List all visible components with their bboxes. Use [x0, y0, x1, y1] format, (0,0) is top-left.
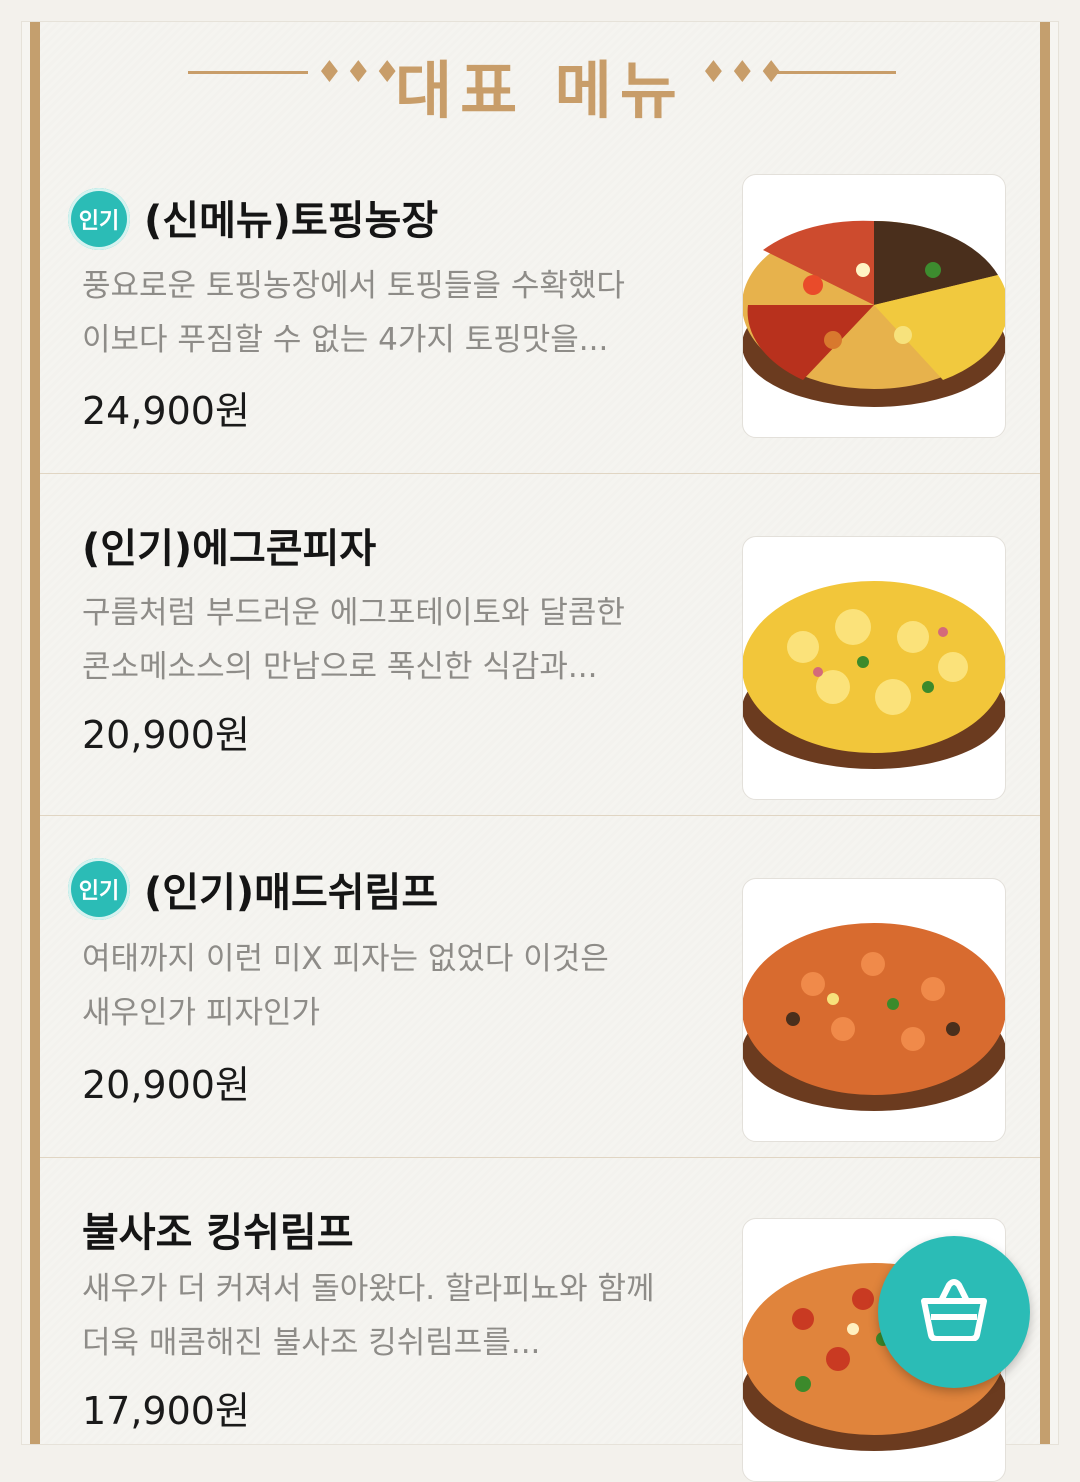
menu-item-price: 20,900원 [82, 713, 250, 757]
menu-item-name: 불사조 킹쉬림프 [82, 1210, 354, 1256]
menu-item[interactable]: 인기 (신메뉴)토핑농장 풍요로운 토핑농장에서 토핑들을 수확했다 이보다 푸… [40, 174, 1040, 474]
shopping-basket-icon [919, 1279, 989, 1345]
menu-item-description: 여태까지 이런 미X 피자는 없었다 이것은 새우인가 피자인가 [82, 932, 722, 1040]
description-line: 풍요로운 토핑농장에서 토핑들을 수확했다 [82, 268, 625, 304]
menu-item[interactable]: (인기)에그콘피자 구름처럼 부드러운 에그포테이토와 달콤한 콘소메소스의 만… [40, 474, 1040, 816]
description-line: 이보다 푸짐할 수 없는 4가지 토핑맛을... [82, 322, 609, 358]
cart-button[interactable] [878, 1236, 1030, 1388]
pizza-image [742, 174, 1006, 438]
menu-item-price: 24,900원 [82, 389, 250, 433]
description-line: 여태까지 이런 미X 피자는 없었다 이것은 [82, 941, 609, 977]
menu-item-description: 새우가 더 커져서 돌아왔다. 할라피뇨와 함께 더욱 매콤해진 불사조 킹쉬림… [82, 1262, 742, 1370]
popular-badge: 인기 [68, 188, 130, 250]
menu-item-name: (신메뉴)토핑농장 [144, 198, 439, 244]
header-deco-dots-right: ♦♦♦ [700, 55, 787, 90]
menu-item-price: 17,900원 [82, 1389, 250, 1433]
section-header: ♦♦♦ 대표 메뉴 ♦♦♦ [40, 22, 1040, 132]
header-deco-line-right [776, 71, 896, 74]
section-title: 대표 메뉴 [395, 54, 685, 127]
menu-item[interactable]: 인기 (인기)매드쉬림프 여태까지 이런 미X 피자는 없었다 이것은 새우인가… [40, 816, 1040, 1158]
menu-item-name: (인기)에그콘피자 [82, 526, 377, 572]
pizza-image [742, 536, 1006, 800]
description-line: 구름처럼 부드러운 에그포테이토와 달콤한 [82, 595, 625, 631]
description-line: 새우인가 피자인가 [82, 995, 321, 1031]
menu-item-description: 구름처럼 부드러운 에그포테이토와 달콤한 콘소메소스의 만남으로 폭신한 식감… [82, 586, 722, 694]
menu-item-description: 풍요로운 토핑농장에서 토핑들을 수확했다 이보다 푸짐할 수 없는 4가지 토… [82, 259, 722, 367]
description-line: 새우가 더 커져서 돌아왔다. 할라피뇨와 함께 [82, 1271, 655, 1307]
menu-item-price: 20,900원 [82, 1063, 250, 1107]
menu-panel: ♦♦♦ 대표 메뉴 ♦♦♦ 인기 (신메뉴)토핑농장 풍요로운 토핑농장에서 토… [30, 22, 1050, 1482]
pizza-image [742, 878, 1006, 1142]
menu-item-name: (인기)매드쉬림프 [144, 870, 439, 916]
description-line: 더욱 매콤해진 불사조 킹쉬림프를... [82, 1325, 541, 1361]
popular-badge: 인기 [68, 858, 130, 920]
description-line: 콘소메소스의 만남으로 폭신한 식감과... [82, 649, 598, 685]
